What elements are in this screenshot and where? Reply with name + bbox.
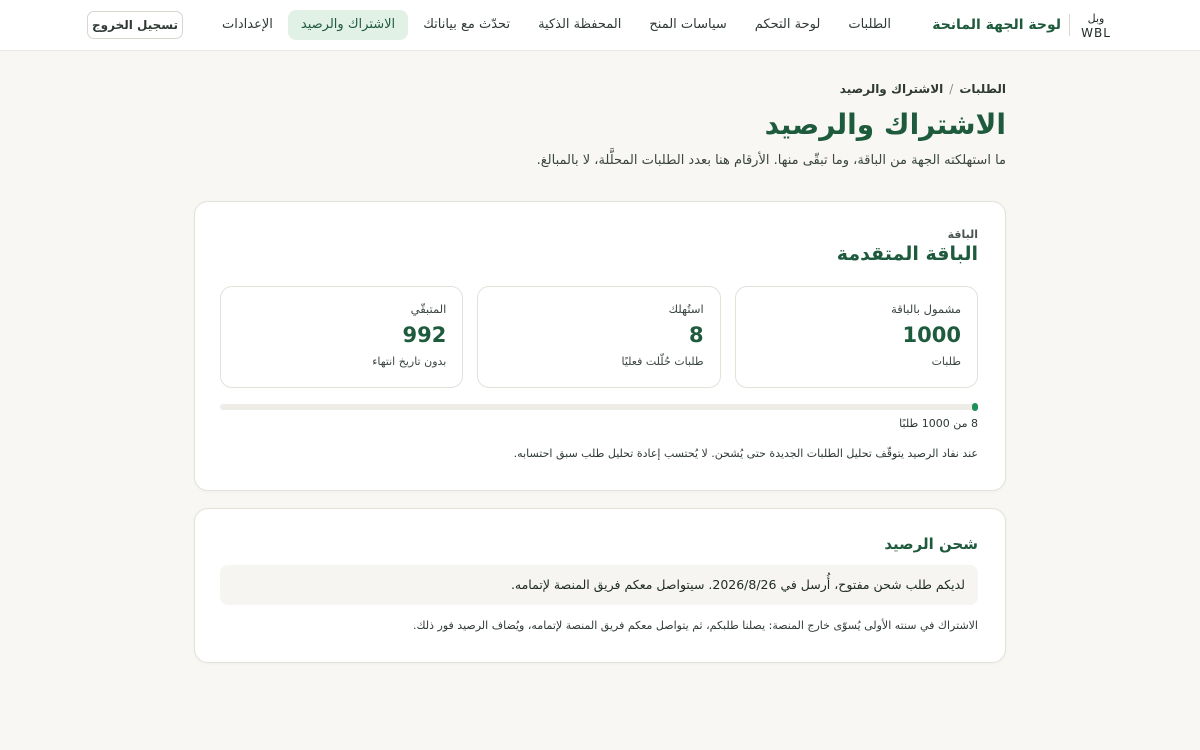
usage-progress-fill (971, 403, 978, 411)
breadcrumb-separator: / (949, 82, 954, 96)
stat-value: 1000 (902, 323, 961, 347)
nav-item-grant-policies[interactable]: سياسات المنح (636, 10, 739, 40)
page-title: الاشتراك والرصيد (764, 108, 1006, 141)
plan-stats: مشمول بالباقة 1000 طلبات استُهلك 8 طلبات… (220, 286, 978, 388)
breadcrumb-current: الاشتراك والرصيد (839, 82, 944, 96)
svg-text:WBL: WBL (1081, 26, 1111, 39)
recharge-title: شحن الرصيد (884, 535, 978, 553)
usage-progress-bar (220, 403, 978, 411)
stat-value: 8 (689, 323, 704, 347)
plan-name: الباقة المتقدمة (836, 243, 978, 265)
nav-item-dashboard[interactable]: لوحة التحكم (742, 10, 834, 40)
stat-consumed: استُهلك 8 طلبات حُلّلت فعليًا (477, 286, 721, 388)
main-nav: الطلبات لوحة التحكم سياسات المنح المحفظة… (209, 10, 904, 40)
stat-value: 992 (402, 323, 447, 347)
open-recharge-request-notice: لديكم طلب شحن مفتوح، أُرسل في 2026/8/26.… (220, 565, 978, 605)
brand-divider (1069, 14, 1070, 36)
nav-item-smart-portfolio[interactable]: المحفظة الذكية (525, 10, 634, 40)
top-navigation-bar: وبل WBL لوحة الجهة المانحة الطلبات لوحة … (0, 0, 1200, 51)
stat-note: طلبات حُلّلت فعليًا (621, 355, 704, 368)
plan-card: الباقة الباقة المتقدمة مشمول بالباقة 100… (194, 201, 1006, 491)
plan-note: عند نفاد الرصيد يتوقّف تحليل الطلبات الج… (513, 447, 978, 460)
brand-title: لوحة الجهة المانحة (932, 17, 1061, 33)
stat-label: مشمول بالباقة (891, 302, 961, 316)
usage-progress-text: 8 من 1000 طلبًا (899, 417, 978, 430)
stat-label: المتبقّي (410, 302, 447, 316)
plan-label: الباقة (947, 228, 978, 241)
nav-item-chat-with-data[interactable]: تحدّث مع بياناتك (410, 10, 523, 40)
stat-note: بدون تاريخ انتهاء (372, 355, 447, 368)
recharge-note: الاشتراك في سنته الأولى يُسوّى خارج المن… (413, 619, 978, 632)
stat-note: طلبات (931, 355, 961, 368)
brand-logo-icon[interactable]: وبل WBL (1078, 11, 1114, 39)
breadcrumb: الطلبات / الاشتراك والرصيد (840, 82, 1006, 96)
svg-text:وبل: وبل (1088, 12, 1105, 25)
recharge-card: شحن الرصيد لديكم طلب شحن مفتوح، أُرسل في… (194, 508, 1006, 663)
breadcrumb-link-requests[interactable]: الطلبات (959, 82, 1006, 96)
page-subtitle: ما استهلكته الجهة من الباقة، وما تبقّى م… (536, 153, 1006, 168)
nav-item-requests[interactable]: الطلبات (835, 10, 904, 40)
stat-label: استُهلك (668, 302, 704, 316)
logout-button[interactable]: تسجيل الخروج (87, 11, 183, 39)
stat-included: مشمول بالباقة 1000 طلبات (734, 286, 978, 388)
nav-item-settings[interactable]: الإعدادات (209, 10, 286, 40)
stat-remaining: المتبقّي 992 بدون تاريخ انتهاء (220, 286, 464, 388)
nav-item-subscription[interactable]: الاشتراك والرصيد (287, 10, 409, 40)
